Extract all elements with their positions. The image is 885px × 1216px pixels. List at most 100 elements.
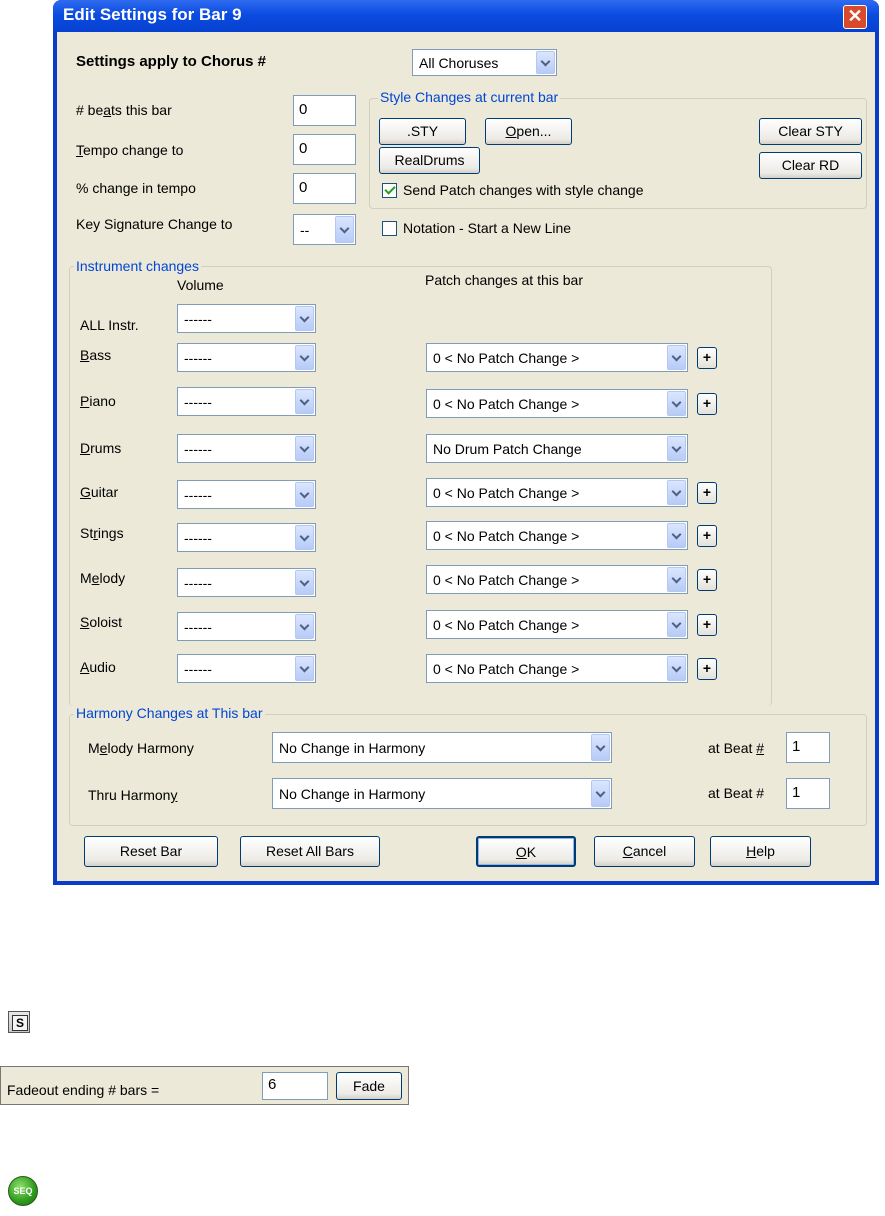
- clear-rd-button[interactable]: Clear RD: [759, 152, 862, 179]
- instr-label-drums: Drums: [80, 440, 122, 456]
- chevron-down-icon[interactable]: [536, 51, 555, 74]
- cancel-button[interactable]: Cancel: [594, 836, 695, 867]
- volume-select-all[interactable]: ------: [177, 304, 316, 333]
- close-button[interactable]: ✕: [843, 5, 867, 29]
- add-patch-button-soloist[interactable]: +: [697, 614, 717, 636]
- patch-select-melody[interactable]: 0 < No Patch Change >: [426, 565, 688, 594]
- chevron-down-icon[interactable]: [295, 389, 314, 414]
- melody-harmony-select[interactable]: No Change in Harmony: [272, 732, 612, 763]
- s-icon-button[interactable]: S: [8, 1011, 30, 1033]
- volume-value: ------: [184, 529, 212, 546]
- add-patch-button-bass[interactable]: +: [697, 347, 717, 369]
- add-patch-button-audio[interactable]: +: [697, 658, 717, 680]
- chevron-down-icon[interactable]: [295, 614, 314, 639]
- thru-beat-input[interactable]: 1: [786, 778, 830, 809]
- chevron-down-icon[interactable]: [667, 345, 686, 370]
- chevron-down-icon[interactable]: [295, 345, 314, 370]
- fadeout-label: Fadeout ending # bars =: [7, 1082, 160, 1098]
- chevron-down-icon[interactable]: [667, 480, 686, 505]
- clear-sty-button[interactable]: Clear STY: [759, 118, 862, 145]
- chevron-down-icon[interactable]: [667, 523, 686, 548]
- chorus-select-value: All Choruses: [419, 54, 499, 71]
- chevron-down-icon[interactable]: [667, 612, 686, 637]
- add-patch-button-guitar[interactable]: +: [697, 482, 717, 504]
- beats-input[interactable]: 0: [293, 95, 356, 126]
- chevron-down-icon[interactable]: [295, 306, 314, 331]
- volume-select-drums[interactable]: ------: [177, 434, 316, 463]
- fadeout-toolbar: Fadeout ending # bars = 6 Fade: [0, 1066, 409, 1105]
- reset-bar-button[interactable]: Reset Bar: [84, 836, 218, 867]
- volume-value: ------: [184, 393, 212, 410]
- volume-select-strings[interactable]: ------: [177, 523, 316, 552]
- fade-button[interactable]: Fade: [336, 1072, 402, 1100]
- instr-label-piano: Piano: [80, 393, 116, 409]
- patch-value: 0 < No Patch Change >: [433, 527, 580, 544]
- send-patch-checkbox[interactable]: [382, 183, 397, 198]
- harmony-changes-title: Harmony Changes at This bar: [74, 705, 265, 721]
- patch-value: 0 < No Patch Change >: [433, 395, 580, 412]
- volume-select-melody[interactable]: ------: [177, 568, 316, 597]
- reset-all-bars-button[interactable]: Reset All Bars: [240, 836, 380, 867]
- volume-select-piano[interactable]: ------: [177, 387, 316, 416]
- volume-value: ------: [184, 660, 212, 677]
- patch-select-strings[interactable]: 0 < No Patch Change >: [426, 521, 688, 550]
- sty-button[interactable]: .STY: [379, 118, 466, 145]
- chevron-down-icon[interactable]: [667, 567, 686, 592]
- chevron-down-icon[interactable]: [295, 570, 314, 595]
- chorus-select[interactable]: All Choruses: [412, 49, 557, 76]
- volume-select-bass[interactable]: ------: [177, 343, 316, 372]
- patch-select-piano[interactable]: 0 < No Patch Change >: [426, 389, 688, 418]
- chevron-down-icon[interactable]: [295, 656, 314, 681]
- patch-select-soloist[interactable]: 0 < No Patch Change >: [426, 610, 688, 639]
- instr-label-audio: Audio: [80, 659, 116, 675]
- open-button[interactable]: Open...: [485, 118, 572, 145]
- fadeout-bars-input[interactable]: 6: [262, 1072, 328, 1100]
- chevron-down-icon[interactable]: [295, 436, 314, 461]
- chevron-down-icon[interactable]: [667, 656, 686, 681]
- edit-settings-dialog: Edit Settings for Bar 9 ✕ Settings apply…: [53, 0, 879, 885]
- dialog-title: Edit Settings for Bar 9: [63, 5, 242, 24]
- add-patch-button-melody[interactable]: +: [697, 569, 717, 591]
- volume-select-soloist[interactable]: ------: [177, 612, 316, 641]
- chevron-down-icon[interactable]: [295, 482, 314, 507]
- melody-beat-input[interactable]: 1: [786, 732, 830, 763]
- realdrums-button[interactable]: RealDrums: [379, 147, 480, 174]
- instr-label-bass: Bass: [80, 347, 112, 363]
- patch-select-drums[interactable]: No Drum Patch Change: [426, 434, 688, 463]
- seq-icon[interactable]: SEQ: [8, 1176, 38, 1206]
- thru-harmony-label: Thru Harmony: [88, 787, 178, 803]
- volume-select-audio[interactable]: ------: [177, 654, 316, 683]
- beats-label: # beats this bar: [76, 102, 172, 118]
- chevron-down-icon[interactable]: [591, 780, 610, 807]
- patch-select-bass[interactable]: 0 < No Patch Change >: [426, 343, 688, 372]
- chevron-down-icon[interactable]: [335, 216, 354, 243]
- tempo-input[interactable]: 0: [293, 134, 356, 165]
- patch-value: 0 < No Patch Change >: [433, 349, 580, 366]
- patch-select-guitar[interactable]: 0 < No Patch Change >: [426, 478, 688, 507]
- ok-button[interactable]: OK: [476, 836, 576, 867]
- notation-checkbox[interactable]: [382, 221, 397, 236]
- volume-value: ------: [184, 486, 212, 503]
- help-button[interactable]: Help: [710, 836, 811, 867]
- volume-select-guitar[interactable]: ------: [177, 480, 316, 509]
- thru-harmony-select[interactable]: No Change in Harmony: [272, 778, 612, 809]
- instr-label-guitar: Guitar: [80, 484, 119, 500]
- patch-select-audio[interactable]: 0 < No Patch Change >: [426, 654, 688, 683]
- chevron-down-icon[interactable]: [591, 734, 610, 761]
- volume-value: ------: [184, 440, 212, 457]
- patch-value: 0 < No Patch Change >: [433, 616, 580, 633]
- add-patch-button-strings[interactable]: +: [697, 525, 717, 547]
- chevron-down-icon[interactable]: [295, 525, 314, 550]
- instr-label-strings: Strings: [80, 525, 124, 541]
- instr-label-melody: Melody: [80, 570, 126, 586]
- chevron-down-icon[interactable]: [667, 391, 686, 416]
- title-bar[interactable]: Edit Settings for Bar 9 ✕: [53, 0, 879, 32]
- pct-tempo-input[interactable]: 0: [293, 173, 356, 204]
- instrument-changes-title: Instrument changes: [74, 258, 201, 274]
- chevron-down-icon[interactable]: [667, 436, 686, 461]
- key-signature-select[interactable]: --: [293, 214, 356, 245]
- add-patch-button-piano[interactable]: +: [697, 393, 717, 415]
- instr-label-all: ALL Instr.: [80, 317, 139, 333]
- chorus-label: Settings apply to Chorus #: [76, 53, 267, 70]
- notation-label: Notation - Start a New Line: [403, 220, 572, 236]
